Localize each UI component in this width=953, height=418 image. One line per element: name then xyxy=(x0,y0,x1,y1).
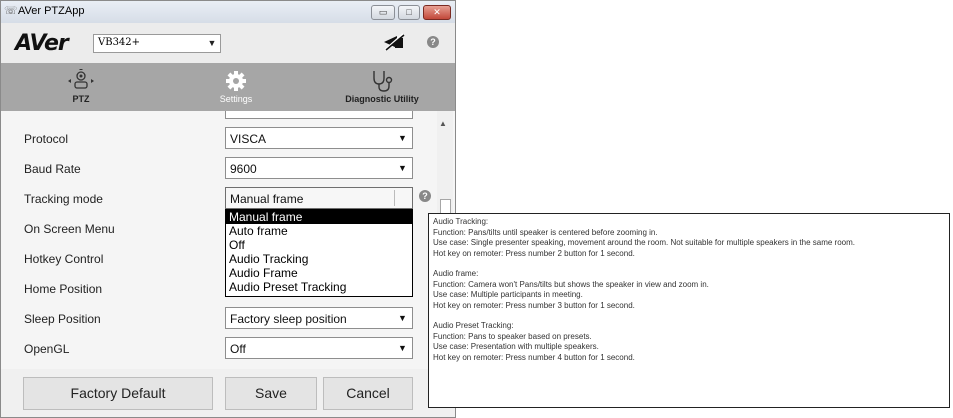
nav-bar: PTZ Settings Diagnostic Utility xyxy=(1,63,455,111)
maximize-button[interactable]: □ xyxy=(398,5,420,20)
home-position-label: Home Position xyxy=(24,282,103,296)
tooltip-section: Audio frame: Function: Camera won't Pans… xyxy=(433,269,945,311)
app-icon: ☏ xyxy=(4,5,18,17)
tooltip-line: Function: Pans/tilts until speaker is ce… xyxy=(433,227,658,237)
tooltip-line: Use case: Presentation with multiple spe… xyxy=(433,342,599,351)
tracking-option[interactable]: Off xyxy=(226,238,412,252)
tooltip-line: Function: Camera won't Pans/tilts but sh… xyxy=(433,279,709,289)
hotkey-control-label: Hotkey Control xyxy=(24,252,104,266)
header-bar: AVer VB342+ ▼ ? xyxy=(1,23,455,63)
save-button[interactable]: Save xyxy=(225,377,317,410)
factory-default-button[interactable]: Factory Default xyxy=(23,377,213,410)
tracking-mode-select[interactable]: Manual frame xyxy=(225,187,413,209)
baud-rate-label: Baud Rate xyxy=(24,162,81,176)
tooltip-line: Use case: Single presenter speaking, mov… xyxy=(433,238,855,247)
nav-settings[interactable]: Settings xyxy=(201,63,271,111)
ptz-camera-icon xyxy=(68,69,94,89)
tracking-option[interactable]: Audio Preset Tracking xyxy=(226,280,412,294)
chevron-down-icon: ▼ xyxy=(207,38,217,48)
model-select-value: VB342+ xyxy=(98,37,141,48)
chevron-down-icon: ▼ xyxy=(398,313,407,323)
tooltip-title: Audio Tracking: xyxy=(433,217,489,226)
app-window: ☏ AVer PTZApp ▭ □ ✕ AVer VB342+ ▼ ? PTZ … xyxy=(0,0,456,418)
opengl-label: OpenGL xyxy=(24,342,70,356)
protocol-label: Protocol xyxy=(24,132,69,146)
stethoscope-icon xyxy=(373,71,393,92)
footer-bar: Factory Default Save Cancel xyxy=(1,369,455,417)
protocol-select[interactable]: VISCA ▼ xyxy=(225,127,413,149)
tooltip-line: Hot key on remoter: Press number 4 butto… xyxy=(433,352,635,362)
opengl-value: Off xyxy=(230,342,246,356)
nav-diagnostic-label: Diagnostic Utility xyxy=(345,94,419,104)
window-title: AVer PTZApp xyxy=(18,5,85,17)
nav-ptz[interactable]: PTZ xyxy=(41,63,121,111)
nav-settings-label: Settings xyxy=(219,94,253,104)
tooltip-line: Use case: Multiple participants in meeti… xyxy=(433,290,583,299)
tooltip-title: Audio Preset Tracking: xyxy=(433,321,514,330)
opengl-select[interactable]: Off ▼ xyxy=(225,337,413,359)
tracking-mode-value: Manual frame xyxy=(230,192,304,206)
baud-rate-select[interactable]: 9600 ▼ xyxy=(225,157,413,179)
tracking-mode-options: Manual frame Auto frame Off Audio Tracki… xyxy=(225,209,413,297)
video-mute-icon[interactable] xyxy=(383,33,405,51)
tracking-option[interactable]: Manual frame xyxy=(226,210,412,224)
scrolled-dropdown-edge xyxy=(225,111,413,119)
chevron-down-icon: ▼ xyxy=(398,133,407,143)
tracking-option[interactable]: Auto frame xyxy=(226,224,412,238)
sleep-position-select[interactable]: Factory sleep position ▼ xyxy=(225,307,413,329)
protocol-value: VISCA xyxy=(230,132,267,146)
tooltip-section: Audio Tracking: Function: Pans/tilts unt… xyxy=(433,217,945,259)
gear-icon xyxy=(226,71,246,91)
tooltip-line: Function: Pans to speaker based on prese… xyxy=(433,331,592,341)
aver-logo: AVer xyxy=(15,31,69,56)
title-bar: ☏ AVer PTZApp ▭ □ ✕ xyxy=(1,1,455,23)
model-select[interactable]: VB342+ ▼ xyxy=(93,34,221,53)
sleep-position-value: Factory sleep position xyxy=(230,312,347,326)
scroll-up-icon[interactable]: ▲ xyxy=(439,119,447,128)
sleep-position-label: Sleep Position xyxy=(24,312,101,326)
nav-ptz-label: PTZ xyxy=(72,94,90,104)
chevron-down-icon: ▼ xyxy=(398,163,407,173)
cancel-button[interactable]: Cancel xyxy=(323,377,413,410)
help-icon[interactable]: ? xyxy=(427,36,439,48)
tooltip-title: Audio frame: xyxy=(433,269,479,278)
nav-diagnostic-utility[interactable]: Diagnostic Utility xyxy=(327,63,437,111)
tooltip-line: Hot key on remoter: Press number 2 butto… xyxy=(433,248,635,258)
tracking-mode-label: Tracking mode xyxy=(24,192,103,206)
tracking-option[interactable]: Audio Frame xyxy=(226,266,412,280)
close-button[interactable]: ✕ xyxy=(423,5,451,20)
tooltip-section: Audio Preset Tracking: Function: Pans to… xyxy=(433,321,945,363)
minimize-button[interactable]: ▭ xyxy=(371,5,395,20)
tracking-help-icon[interactable]: ? xyxy=(419,190,431,202)
tooltip-line: Hot key on remoter: Press number 3 butto… xyxy=(433,300,635,310)
chevron-down-icon: ▼ xyxy=(398,343,407,353)
tracking-help-tooltip: Audio Tracking: Function: Pans/tilts unt… xyxy=(428,213,950,408)
on-screen-menu-label: On Screen Menu xyxy=(24,222,115,236)
baud-rate-value: 9600 xyxy=(230,162,257,176)
dropdown-button xyxy=(394,190,410,206)
tracking-option[interactable]: Audio Tracking xyxy=(226,252,412,266)
